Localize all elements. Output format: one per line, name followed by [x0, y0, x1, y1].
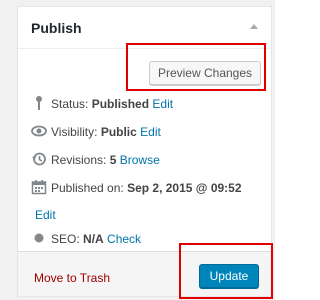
calendar-icon [31, 179, 47, 195]
eye-icon [31, 123, 47, 139]
visibility-value: Public [100, 125, 137, 139]
visibility-edit-link[interactable]: Edit [140, 125, 161, 139]
toggle-triangle-icon[interactable] [250, 24, 258, 29]
published-on-label: Published on: [51, 181, 124, 195]
status-edit-link[interactable]: Edit [152, 97, 173, 111]
history-icon [31, 151, 47, 167]
metabox-title: Publish [31, 20, 82, 36]
move-to-trash-link[interactable]: Move to Trash [34, 271, 110, 285]
metabox-header[interactable]: Publish [18, 7, 271, 49]
update-button[interactable]: Update [199, 264, 259, 288]
revisions-label: Revisions: [51, 153, 107, 167]
revisions-count: 5 [109, 153, 117, 167]
seo-check-link[interactable]: Check [107, 232, 141, 246]
seo-text: SEO: N/A Check [51, 232, 141, 246]
status-label: Status: [51, 97, 89, 111]
visibility-text: Visibility: Public Edit [51, 125, 161, 139]
published-on-text: Published on: Sep 2, 2015 @ 09:52 [51, 181, 242, 195]
revisions-browse-link[interactable]: Browse [120, 153, 160, 167]
publish-metabox: Publish Preview Changes Status: Publishe… [17, 6, 272, 297]
major-publishing-actions: Move to Trash Update [18, 251, 271, 296]
preview-changes-button[interactable]: Preview Changes [149, 61, 261, 85]
pin-icon [31, 95, 47, 111]
seo-label: SEO: [51, 232, 80, 246]
published-on-value: Sep 2, 2015 @ 09:52 [127, 181, 242, 195]
circle-icon [31, 230, 47, 246]
visibility-label: Visibility: [51, 125, 98, 139]
published-on-edit-link[interactable]: Edit [35, 208, 56, 222]
revisions-text: Revisions: 5 Browse [51, 153, 160, 167]
status-text: Status: Published Edit [51, 97, 173, 111]
status-value: Published [91, 97, 150, 111]
seo-value: N/A [83, 232, 104, 246]
